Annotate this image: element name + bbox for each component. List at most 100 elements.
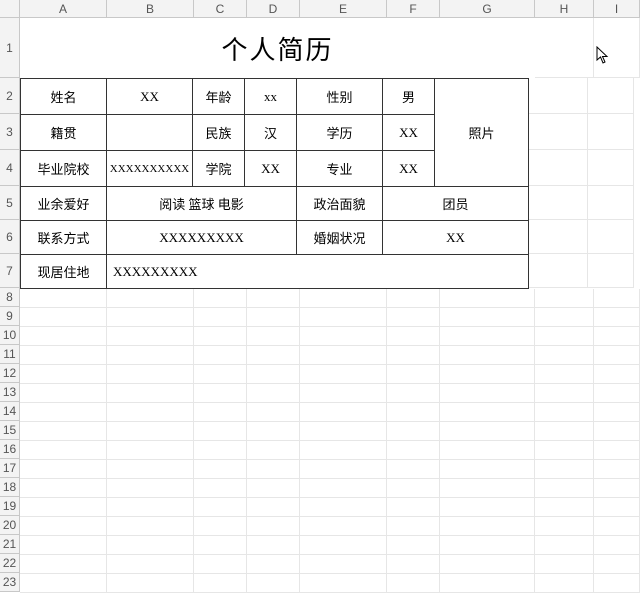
cell[interactable] xyxy=(194,289,247,308)
cell[interactable] xyxy=(20,479,107,498)
cell[interactable] xyxy=(194,536,247,555)
cell[interactable] xyxy=(300,327,387,346)
cell[interactable] xyxy=(387,422,440,441)
cell[interactable] xyxy=(247,403,300,422)
cell[interactable] xyxy=(300,574,387,593)
row-header-23[interactable]: 23 xyxy=(0,573,20,592)
cell[interactable] xyxy=(440,517,535,536)
cell[interactable] xyxy=(20,498,107,517)
cell[interactable] xyxy=(440,422,535,441)
row-header-9[interactable]: 9 xyxy=(0,307,20,326)
cell[interactable] xyxy=(440,479,535,498)
cell[interactable] xyxy=(20,574,107,593)
cell[interactable] xyxy=(300,346,387,365)
col-header-E[interactable]: E xyxy=(300,0,387,18)
cell[interactable] xyxy=(107,289,194,308)
col-header-B[interactable]: B xyxy=(107,0,194,18)
cell[interactable] xyxy=(535,308,594,327)
college-value[interactable]: XX xyxy=(245,151,297,187)
cell[interactable] xyxy=(387,403,440,422)
row-header-2[interactable]: 2 xyxy=(0,78,20,114)
ethnic-value[interactable]: 汉 xyxy=(245,115,297,151)
cell[interactable] xyxy=(535,517,594,536)
cell[interactable] xyxy=(440,460,535,479)
cell[interactable] xyxy=(529,254,588,288)
cell[interactable] xyxy=(247,555,300,574)
cell[interactable] xyxy=(535,422,594,441)
row-header-18[interactable]: 18 xyxy=(0,478,20,497)
row-header-6[interactable]: 6 xyxy=(0,220,20,254)
col-header-A[interactable]: A xyxy=(20,0,107,18)
cell[interactable] xyxy=(535,365,594,384)
cell[interactable] xyxy=(194,517,247,536)
row-header-5[interactable]: 5 xyxy=(0,186,20,220)
cell[interactable] xyxy=(529,220,588,254)
marital-value[interactable]: XX xyxy=(383,221,529,255)
cell[interactable] xyxy=(20,384,107,403)
cell[interactable] xyxy=(194,555,247,574)
cell[interactable] xyxy=(440,574,535,593)
cell[interactable] xyxy=(387,441,440,460)
cell[interactable] xyxy=(247,365,300,384)
cell[interactable] xyxy=(440,365,535,384)
cell[interactable] xyxy=(107,479,194,498)
col-header-G[interactable]: G xyxy=(440,0,535,18)
cell[interactable] xyxy=(440,555,535,574)
cell[interactable] xyxy=(529,114,588,150)
edu-value[interactable]: XX xyxy=(383,115,435,151)
hobby-value[interactable]: 阅读 篮球 电影 xyxy=(107,187,297,221)
row-header-3[interactable]: 3 xyxy=(0,114,20,150)
cell[interactable] xyxy=(194,441,247,460)
cell[interactable] xyxy=(440,403,535,422)
age-value[interactable]: xx xyxy=(245,79,297,115)
select-all-corner[interactable] xyxy=(0,0,20,18)
row-header-12[interactable]: 12 xyxy=(0,364,20,383)
photo-cell[interactable]: 照片 xyxy=(435,79,529,187)
row-header-21[interactable]: 21 xyxy=(0,535,20,554)
cell[interactable] xyxy=(247,441,300,460)
row-headers[interactable]: 1234567891011121314151617181920212223 xyxy=(0,18,20,592)
cell[interactable] xyxy=(247,479,300,498)
name-value[interactable]: XX xyxy=(107,79,193,115)
cell[interactable] xyxy=(300,365,387,384)
cell[interactable] xyxy=(300,555,387,574)
cell[interactable] xyxy=(107,422,194,441)
col-header-D[interactable]: D xyxy=(247,0,300,18)
cell[interactable] xyxy=(300,517,387,536)
cell[interactable] xyxy=(247,536,300,555)
cell[interactable] xyxy=(20,422,107,441)
cell[interactable] xyxy=(535,555,594,574)
cell[interactable] xyxy=(387,365,440,384)
cell[interactable] xyxy=(535,536,594,555)
cell[interactable] xyxy=(535,289,594,308)
cell[interactable] xyxy=(194,422,247,441)
row-header-8[interactable]: 8 xyxy=(0,288,20,307)
address-value[interactable]: XXXXXXXXX xyxy=(107,255,529,289)
cell[interactable] xyxy=(194,403,247,422)
cell[interactable] xyxy=(594,460,640,479)
resume-table[interactable]: 姓名 XX 年龄 xx 性别 男 照片 籍贯 民族 汉 学历 XX xyxy=(20,78,529,289)
row-header-22[interactable]: 22 xyxy=(0,554,20,573)
cell[interactable] xyxy=(107,574,194,593)
cell[interactable] xyxy=(107,403,194,422)
cell[interactable] xyxy=(440,327,535,346)
row-header-19[interactable]: 19 xyxy=(0,497,20,516)
cell[interactable] xyxy=(387,327,440,346)
col-header-H[interactable]: H xyxy=(535,0,594,18)
cell[interactable] xyxy=(594,517,640,536)
cell[interactable] xyxy=(588,114,634,150)
cell[interactable] xyxy=(107,308,194,327)
cell[interactable] xyxy=(594,498,640,517)
cell[interactable] xyxy=(300,308,387,327)
cell[interactable] xyxy=(387,460,440,479)
cell[interactable] xyxy=(194,308,247,327)
cell[interactable] xyxy=(107,536,194,555)
cell[interactable] xyxy=(107,327,194,346)
cell[interactable] xyxy=(194,460,247,479)
cell[interactable] xyxy=(20,460,107,479)
cell[interactable] xyxy=(247,346,300,365)
cell[interactable] xyxy=(440,384,535,403)
cell[interactable] xyxy=(440,346,535,365)
cell[interactable] xyxy=(535,384,594,403)
cell[interactable] xyxy=(300,441,387,460)
